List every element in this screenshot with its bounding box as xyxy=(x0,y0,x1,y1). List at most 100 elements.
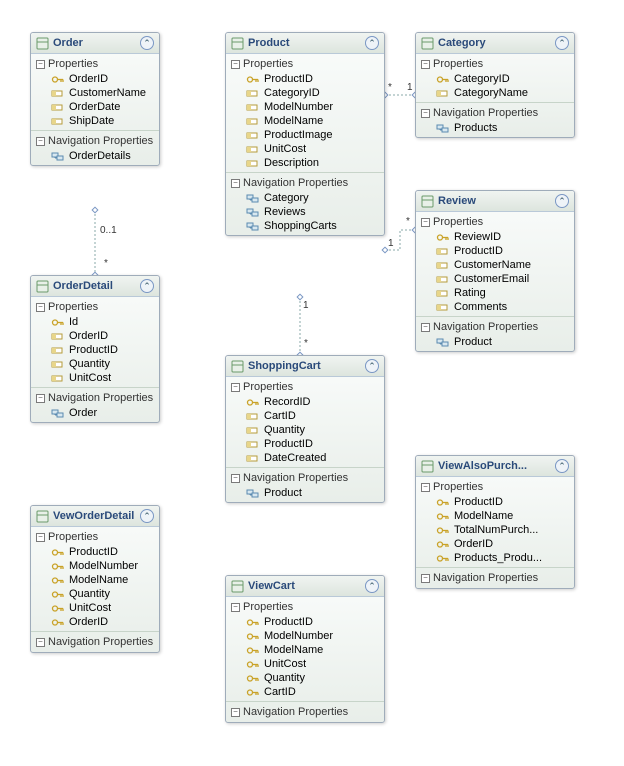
property-row[interactable]: UnitCost xyxy=(31,371,159,385)
nav-row[interactable]: Reviews xyxy=(226,205,384,219)
property-row[interactable]: CartID xyxy=(226,409,384,423)
property-row[interactable]: ProductID xyxy=(31,343,159,357)
entity-viewalsopurch[interactable]: ViewAlsoPurch...⌃−PropertiesProductIDMod… xyxy=(415,455,575,589)
entity-viewcart[interactable]: ViewCart⌃−PropertiesProductIDModelNumber… xyxy=(225,575,385,723)
property-row[interactable]: OrderID xyxy=(31,72,159,86)
toggle-icon[interactable]: − xyxy=(421,109,430,118)
nav-row[interactable]: Product xyxy=(416,335,574,349)
property-row[interactable]: Quantity xyxy=(31,357,159,371)
property-row[interactable]: Comments xyxy=(416,300,574,314)
property-row[interactable]: ProductImage xyxy=(226,128,384,142)
property-row[interactable]: ProductID xyxy=(226,72,384,86)
property-row[interactable]: ProductID xyxy=(226,437,384,451)
toggle-icon[interactable]: − xyxy=(231,603,240,612)
key-icon xyxy=(246,616,260,628)
property-row[interactable]: Rating xyxy=(416,286,574,300)
nav-row[interactable]: Products xyxy=(416,121,574,135)
collapse-icon[interactable]: ⌃ xyxy=(555,194,569,208)
property-row[interactable]: CustomerName xyxy=(416,258,574,272)
mult: 1 xyxy=(407,82,413,93)
toggle-icon[interactable]: − xyxy=(231,60,240,69)
property-row[interactable]: ProductID xyxy=(416,495,574,509)
toggle-icon[interactable]: − xyxy=(421,574,430,583)
nav-row[interactable]: Order xyxy=(31,406,159,420)
nav-row[interactable]: Product xyxy=(226,486,384,500)
toggle-icon[interactable]: − xyxy=(36,60,45,69)
property-row[interactable]: CategoryID xyxy=(416,72,574,86)
collapse-icon[interactable]: ⌃ xyxy=(365,359,379,373)
property-row[interactable]: ModelNumber xyxy=(226,100,384,114)
toggle-icon[interactable]: − xyxy=(421,323,430,332)
collapse-icon[interactable]: ⌃ xyxy=(365,36,379,50)
property-name: ModelNumber xyxy=(264,630,333,642)
entity-shoppingcart[interactable]: ShoppingCart⌃−PropertiesRecordIDCartIDQu… xyxy=(225,355,385,503)
property-row[interactable]: ModelName xyxy=(226,114,384,128)
property-row[interactable]: ProductID xyxy=(226,615,384,629)
scalar-icon xyxy=(436,273,450,285)
property-row[interactable]: Quantity xyxy=(31,587,159,601)
collapse-icon[interactable]: ⌃ xyxy=(555,36,569,50)
toggle-icon[interactable]: − xyxy=(36,137,45,146)
entity-order[interactable]: Order⌃−PropertiesOrderIDCustomerNameOrde… xyxy=(30,32,160,166)
property-row[interactable]: ProductID xyxy=(416,244,574,258)
property-row[interactable]: ModelNumber xyxy=(226,629,384,643)
entity-product[interactable]: Product⌃−PropertiesProductIDCategoryIDMo… xyxy=(225,32,385,236)
property-row[interactable]: Quantity xyxy=(226,671,384,685)
collapse-icon[interactable]: ⌃ xyxy=(140,36,154,50)
property-row[interactable]: UnitCost xyxy=(226,142,384,156)
toggle-icon[interactable]: − xyxy=(231,179,240,188)
property-row[interactable]: OrderID xyxy=(31,329,159,343)
toggle-icon[interactable]: − xyxy=(421,218,430,227)
toggle-icon[interactable]: − xyxy=(421,483,430,492)
key-icon xyxy=(246,672,260,684)
toggle-icon[interactable]: − xyxy=(36,533,45,542)
property-row[interactable]: UnitCost xyxy=(226,657,384,671)
toggle-icon[interactable]: − xyxy=(36,394,45,403)
property-row[interactable]: ReviewID xyxy=(416,230,574,244)
entity-orderdetail[interactable]: OrderDetail⌃−PropertiesIdOrderIDProductI… xyxy=(30,275,160,423)
section-label: Properties xyxy=(48,301,98,313)
toggle-icon[interactable]: − xyxy=(36,638,45,647)
nav-row[interactable]: Category xyxy=(226,191,384,205)
property-row[interactable]: Products_Produ... xyxy=(416,551,574,565)
collapse-icon[interactable]: ⌃ xyxy=(555,459,569,473)
key-icon xyxy=(51,588,65,600)
property-row[interactable]: DateCreated xyxy=(226,451,384,465)
property-row[interactable]: Id xyxy=(31,315,159,329)
property-row[interactable]: OrderID xyxy=(416,537,574,551)
collapse-icon[interactable]: ⌃ xyxy=(365,579,379,593)
toggle-icon[interactable]: − xyxy=(231,383,240,392)
toggle-icon[interactable]: − xyxy=(231,708,240,717)
toggle-icon[interactable]: − xyxy=(231,474,240,483)
property-row[interactable]: TotalNumPurch... xyxy=(416,523,574,537)
property-row[interactable]: OrderDate xyxy=(31,100,159,114)
property-row[interactable]: ModelName xyxy=(226,643,384,657)
nav-row[interactable]: ShoppingCarts xyxy=(226,219,384,233)
nav-row[interactable]: OrderDetails xyxy=(31,149,159,163)
property-row[interactable]: RecordID xyxy=(226,395,384,409)
entity-category[interactable]: Category⌃−PropertiesCategoryIDCategoryNa… xyxy=(415,32,575,138)
property-row[interactable]: CustomerName xyxy=(31,86,159,100)
property-name: OrderID xyxy=(69,73,108,85)
entity-review[interactable]: Review⌃−PropertiesReviewIDProductIDCusto… xyxy=(415,190,575,352)
toggle-icon[interactable]: − xyxy=(36,303,45,312)
property-row[interactable]: CategoryID xyxy=(226,86,384,100)
property-row[interactable]: CartID xyxy=(226,685,384,699)
property-row[interactable]: CategoryName xyxy=(416,86,574,100)
toggle-icon[interactable]: − xyxy=(421,60,430,69)
collapse-icon[interactable]: ⌃ xyxy=(140,279,154,293)
property-row[interactable]: CustomerEmail xyxy=(416,272,574,286)
entity-veworderdetail[interactable]: VewOrderDetail⌃−PropertiesProductIDModel… xyxy=(30,505,160,653)
property-row[interactable]: ModelNumber xyxy=(31,559,159,573)
scalar-icon xyxy=(436,301,450,313)
property-row[interactable]: ModelName xyxy=(416,509,574,523)
section-label: Navigation Properties xyxy=(243,177,348,189)
property-row[interactable]: ShipDate xyxy=(31,114,159,128)
property-row[interactable]: Quantity xyxy=(226,423,384,437)
property-row[interactable]: Description xyxy=(226,156,384,170)
property-row[interactable]: OrderID xyxy=(31,615,159,629)
property-row[interactable]: ProductID xyxy=(31,545,159,559)
property-row[interactable]: UnitCost xyxy=(31,601,159,615)
property-row[interactable]: ModelName xyxy=(31,573,159,587)
collapse-icon[interactable]: ⌃ xyxy=(140,509,154,523)
